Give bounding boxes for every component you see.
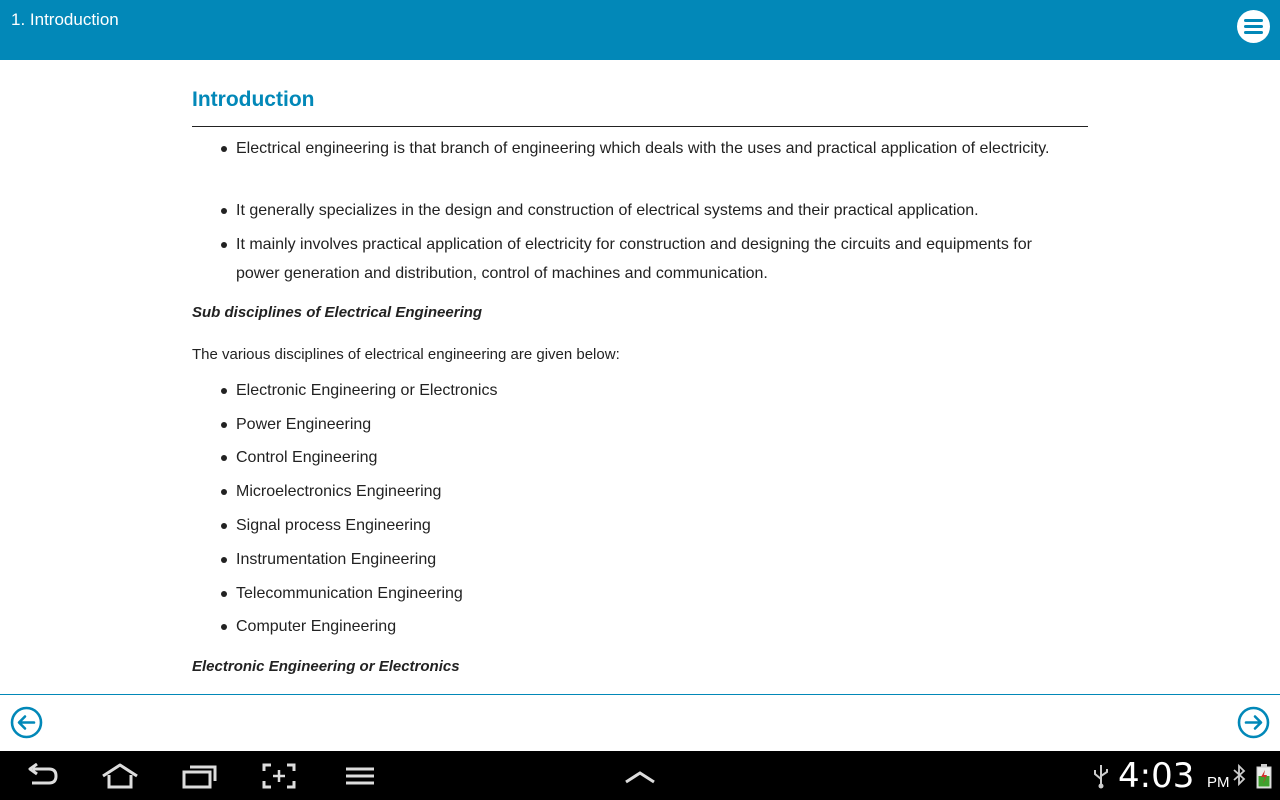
recent-apps-icon[interactable] [182,763,218,789]
list-item: Power Engineering [221,410,1056,439]
list-item: Electrical engineering is that branch of… [221,134,1056,163]
home-icon[interactable] [100,763,140,789]
bullet-icon [221,388,227,394]
page-title: 1. Introduction [11,10,119,29]
usb-icon [1094,765,1108,789]
subheading: Electronic Engineering or Electronics [192,658,460,675]
list-item: It generally specializes in the design a… [221,196,1056,225]
battery-icon [1256,764,1272,789]
clock: 4:03 [1118,756,1195,796]
subheading: Sub disciplines of Electrical Engineerin… [192,304,483,321]
chevron-up-icon[interactable] [624,763,656,789]
bullet-icon [221,591,227,597]
clock-ampm: PM [1207,774,1230,791]
app-bar: 1. Introduction [0,0,1280,60]
paragraph: The various disciplines of electrical en… [192,346,620,363]
bullet-icon [221,242,227,248]
arrow-left-circle-icon[interactable] [10,706,43,739]
list-item: Control Engineering [221,443,1056,472]
list-item: It mainly involves practical application… [221,230,1056,288]
menu-icon[interactable] [1237,10,1270,43]
bullet-icon [221,208,227,214]
bluetooth-icon [1233,763,1246,787]
page-navigation [0,695,1280,751]
list-item: Telecommunication Engineering [221,579,1056,608]
bullet-icon [221,624,227,630]
list-item: Instrumentation Engineering [221,545,1056,574]
back-icon[interactable] [24,763,60,789]
bullet-icon [221,557,227,563]
screenshot-icon[interactable] [262,763,296,789]
list-item: Computer Engineering [221,612,1056,641]
list-item: Microelectronics Engineering [221,477,1056,506]
bullet-icon [221,455,227,461]
system-bar: 4:03 PM [0,751,1280,800]
menu-icon[interactable] [345,763,375,789]
heading-divider [192,126,1088,127]
bullet-icon [221,489,227,495]
bullet-icon [221,523,227,529]
section-heading: Introduction [192,88,315,111]
list-item: Electronic Engineering or Electronics [221,376,1056,405]
bullet-icon [221,146,227,152]
bullet-icon [221,422,227,428]
list-item: Signal process Engineering [221,511,1056,540]
content-area[interactable]: Introduction Electrical engineering is t… [0,60,1280,694]
arrow-right-circle-icon[interactable] [1237,706,1270,739]
